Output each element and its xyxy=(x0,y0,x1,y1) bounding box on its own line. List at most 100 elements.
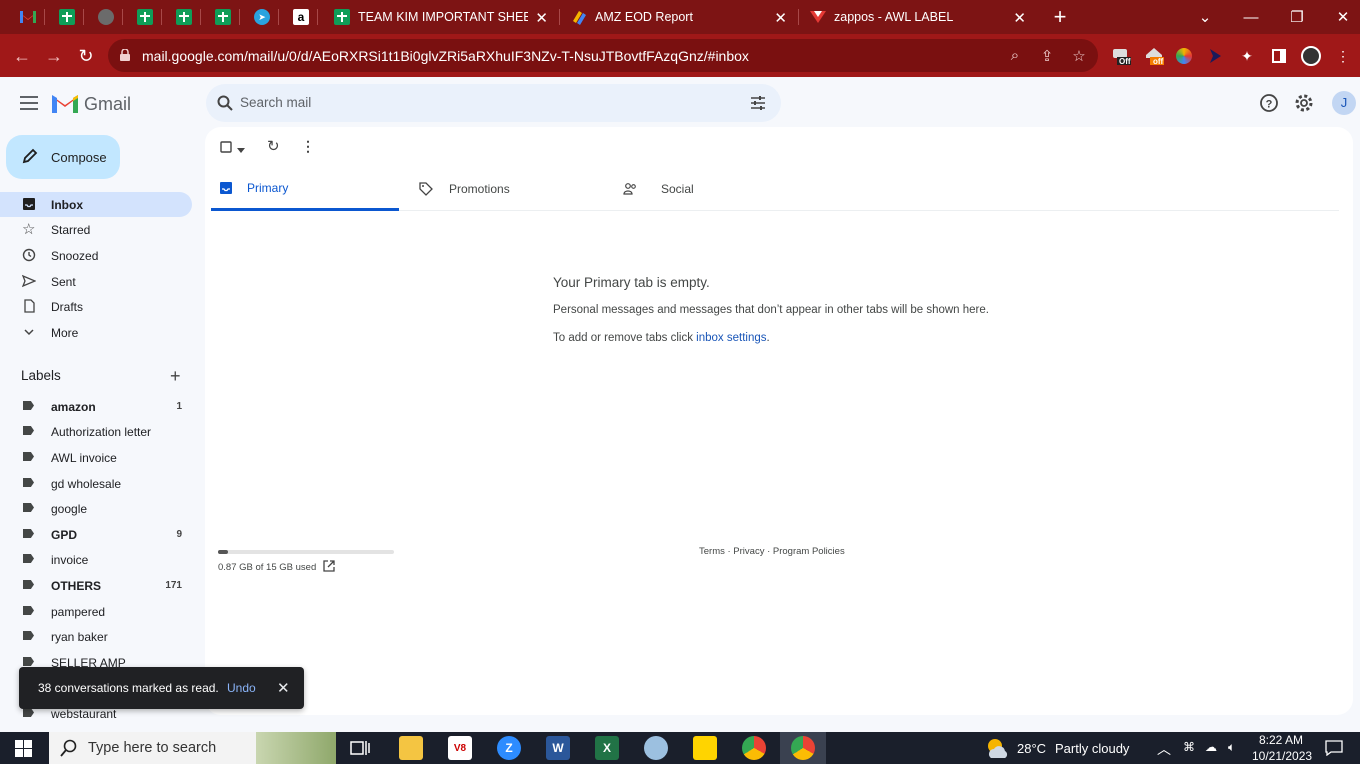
empty-state-title: Your Primary tab is empty. xyxy=(553,275,710,290)
nav-item-more[interactable]: More xyxy=(0,320,192,345)
sheets-pinned-tab[interactable] xyxy=(210,5,236,29)
main-menu-icon[interactable] xyxy=(20,96,38,114)
word-icon[interactable]: W xyxy=(546,736,570,760)
new-tab-button[interactable]: + xyxy=(1037,0,1083,34)
label-item[interactable]: amazon 1 xyxy=(0,394,192,419)
more-options-icon[interactable]: ⋮ xyxy=(301,138,315,154)
nav-item-snoozed[interactable]: Snoozed xyxy=(0,243,192,268)
caret-down-icon[interactable] xyxy=(237,144,245,158)
create-label-plus-icon[interactable]: + xyxy=(170,366,181,387)
reload-icon[interactable]: ↻ xyxy=(74,44,98,68)
close-tab-icon[interactable]: ✕ xyxy=(535,9,548,27)
sheets-pinned-tab[interactable] xyxy=(171,5,197,29)
nav-item-drafts[interactable]: Drafts xyxy=(0,294,192,319)
taskbar-search-input[interactable]: Type here to search xyxy=(88,740,216,756)
file-explorer-icon[interactable] xyxy=(399,736,423,760)
extensions-puzzle-icon[interactable]: ✦ xyxy=(1237,46,1257,66)
select-all-checkbox[interactable] xyxy=(220,140,232,154)
account-avatar[interactable]: J xyxy=(1332,91,1356,115)
label-tag-icon xyxy=(23,426,34,435)
profile-icon[interactable] xyxy=(1301,46,1321,66)
tab-primary[interactable]: Primary xyxy=(211,172,399,211)
tab-promotions[interactable]: Promotions xyxy=(419,172,607,211)
inbox-settings-link[interactable]: inbox settings xyxy=(696,332,766,344)
url-text: mail.google.com/mail/u/0/d/AEoRXRSi1t1Bi… xyxy=(142,48,749,64)
chrome-icon[interactable] xyxy=(742,736,766,760)
close-window-button[interactable]: ✕ xyxy=(1320,0,1360,34)
nav-label: Starred xyxy=(51,222,91,237)
extension-off-icon[interactable]: Off xyxy=(1111,46,1131,66)
clock-date[interactable]: 10/21/2023 xyxy=(1252,749,1312,763)
sheets-pinned-tab[interactable] xyxy=(54,5,80,29)
zoom-icon[interactable]: ⌕ xyxy=(1006,47,1024,65)
menu-dots-icon[interactable]: ⋮ xyxy=(1333,46,1353,66)
snipping-tool-icon[interactable] xyxy=(644,736,668,760)
restore-button[interactable]: ❐ xyxy=(1274,0,1320,34)
back-icon[interactable]: ← xyxy=(10,44,34,68)
notifications-icon[interactable] xyxy=(1325,740,1343,756)
taskbar-search-box[interactable]: Type here to search xyxy=(49,732,256,764)
close-tab-icon[interactable]: ✕ xyxy=(1013,9,1026,27)
close-toast-icon[interactable]: ✕ xyxy=(277,679,290,697)
compose-button[interactable]: Compose xyxy=(6,135,120,179)
windows-start-icon[interactable] xyxy=(15,740,32,757)
close-tab-icon[interactable]: ✕ xyxy=(774,9,787,27)
label-item[interactable]: GPD 9 xyxy=(0,522,192,547)
tab-zappos-awl-label[interactable]: zappos - AWL LABEL ✕ xyxy=(800,0,1036,34)
search-input[interactable]: Search mail xyxy=(240,95,311,110)
sticky-notes-icon[interactable] xyxy=(693,736,717,760)
help-icon[interactable]: ? xyxy=(1259,93,1279,113)
label-item[interactable]: OTHERS 171 xyxy=(0,573,192,598)
task-view-icon[interactable] xyxy=(350,739,370,757)
forward-icon[interactable]: → xyxy=(42,44,66,68)
tab-team-kim-sheets[interactable]: TEAM KIM IMPORTANT SHEETS ✕ xyxy=(322,0,558,34)
bookmark-star-icon[interactable]: ☆ xyxy=(1070,47,1088,65)
search-icon[interactable] xyxy=(217,95,233,111)
volume-icon[interactable]: 🔈︎ xyxy=(1228,740,1235,755)
label-item[interactable]: Authorization letter xyxy=(0,419,192,444)
label-item[interactable]: invoice xyxy=(0,547,192,572)
settings-gear-icon[interactable] xyxy=(1294,93,1314,113)
label-item[interactable]: gd wholesale xyxy=(0,471,192,496)
weather-condition[interactable]: Partly cloudy xyxy=(1055,741,1129,756)
tab-social[interactable]: Social xyxy=(623,172,811,211)
star-icon: ☆ xyxy=(22,221,36,238)
app-icon[interactable]: V8 xyxy=(448,736,472,760)
onedrive-cloud-icon[interactable]: ☁ xyxy=(1205,740,1217,754)
label-item[interactable]: pampered xyxy=(0,599,192,624)
sheets-pinned-tab[interactable] xyxy=(132,5,158,29)
footer-links[interactable]: Terms · Privacy · Program Policies xyxy=(699,546,845,557)
refresh-icon[interactable]: ↻ xyxy=(267,137,280,155)
label-item[interactable]: google xyxy=(0,496,192,521)
storage-usage-text: 0.87 GB of 15 GB used xyxy=(218,560,335,573)
zoom-app-icon[interactable]: Z xyxy=(497,736,521,760)
weather-temperature[interactable]: 28°C xyxy=(1017,741,1046,756)
extension-arrow-icon[interactable] xyxy=(1205,46,1225,66)
chrome-active-icon[interactable] xyxy=(791,736,815,760)
share-icon[interactable]: ⇪ xyxy=(1038,47,1056,65)
clock-time[interactable]: 8:22 AM xyxy=(1259,733,1303,747)
extension-home-icon[interactable]: off xyxy=(1144,46,1164,66)
search-bar[interactable]: Search mail xyxy=(206,84,781,122)
search-options-icon[interactable] xyxy=(750,95,766,111)
side-panel-icon[interactable] xyxy=(1269,46,1289,66)
tray-device-icon[interactable]: ⌘ xyxy=(1183,740,1195,754)
amazon-pinned-tab[interactable]: a xyxy=(288,5,314,29)
gmail-pinned-tab[interactable] xyxy=(15,5,41,29)
nav-item-starred[interactable]: ☆ Starred xyxy=(0,217,192,242)
nav-item-sent[interactable]: Sent xyxy=(0,269,192,294)
tab-amz-eod-report[interactable]: AMZ EOD Report ✕ xyxy=(561,0,797,34)
telegram-pinned-tab[interactable]: ➤ xyxy=(249,5,275,29)
extension-circle-icon[interactable] xyxy=(1174,46,1194,66)
address-bar[interactable]: mail.google.com/mail/u/0/d/AEoRXRSi1t1Bi… xyxy=(108,39,1098,72)
excel-icon[interactable]: X xyxy=(595,736,619,760)
tab-search-chevron-icon[interactable]: ⌄ xyxy=(1182,0,1228,34)
label-item[interactable]: AWL invoice xyxy=(0,445,192,470)
external-link-icon[interactable] xyxy=(323,560,335,572)
globe-pinned-tab[interactable] xyxy=(93,5,119,29)
nav-item-inbox[interactable]: Inbox xyxy=(0,192,192,217)
label-item[interactable]: ryan baker xyxy=(0,624,192,649)
undo-button[interactable]: Undo xyxy=(227,681,256,695)
minimize-button[interactable]: — xyxy=(1228,0,1274,34)
tray-chevron-up-icon[interactable]: ︿ xyxy=(1157,739,1171,759)
